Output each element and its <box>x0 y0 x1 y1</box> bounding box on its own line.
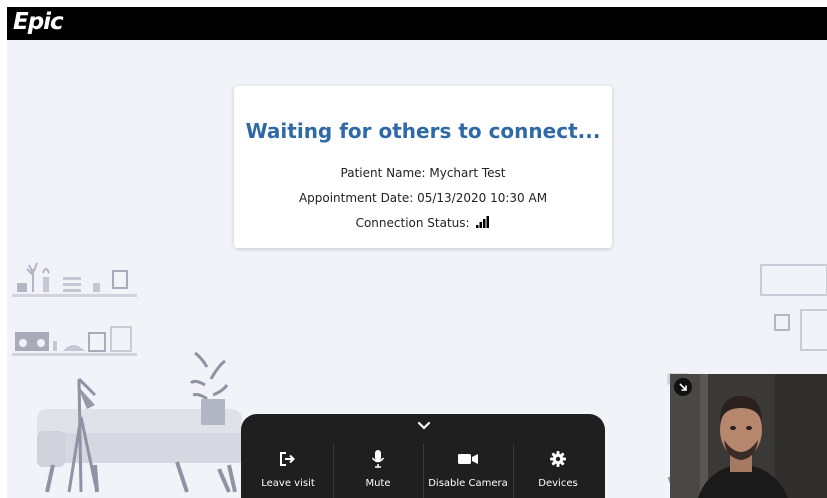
signal-bar <box>479 222 483 228</box>
patient-name: Patient Name: Mychart Test <box>340 166 506 180</box>
collapse-controls-button[interactable] <box>413 417 435 435</box>
signal-strength-icon <box>476 216 490 228</box>
signal-bar <box>483 219 486 228</box>
mute-button[interactable]: Mute <box>341 440 415 498</box>
devices-button[interactable]: Devices <box>521 440 595 498</box>
disable-camera-label: Disable Camera <box>428 478 508 489</box>
signal-bar <box>476 225 479 228</box>
self-view-video[interactable] <box>670 374 827 498</box>
appointment-date: Appointment Date: 05/13/2020 10:30 AM <box>298 191 548 205</box>
divider <box>333 444 334 498</box>
microphone-icon <box>371 450 385 468</box>
camera-icon <box>458 454 478 464</box>
waiting-title: Waiting for others to connect... <box>245 119 601 143</box>
wall-frame-large <box>760 264 827 296</box>
waiting-card: Waiting for others to connect... Patient… <box>234 86 612 248</box>
self-view-image <box>670 374 827 498</box>
call-controls-bar: Leave visit Mute Disable Camera Devices <box>241 414 605 498</box>
signal-bar <box>486 216 490 228</box>
connection-status: Connection Status: <box>234 216 612 230</box>
devices-label: Devices <box>538 478 578 489</box>
mute-label: Mute <box>365 478 391 489</box>
expand-arrow-icon <box>679 383 687 391</box>
leave-visit-label: Leave visit <box>261 478 315 489</box>
disable-camera-button[interactable]: Disable Camera <box>427 440 509 498</box>
video-visit-app: Epic Waiting for others to connect... Pa… <box>7 7 827 498</box>
expand-self-view-button[interactable] <box>674 378 692 396</box>
shelf-lower <box>12 353 137 356</box>
connection-status-label: Connection Status: <box>355 216 470 230</box>
divider <box>513 444 514 498</box>
divider <box>423 444 424 498</box>
leave-visit-button[interactable]: Leave visit <box>251 440 325 498</box>
chevron-down-icon <box>417 421 431 430</box>
exit-icon <box>280 452 295 466</box>
shelf-upper <box>12 294 137 297</box>
gear-icon <box>550 451 566 467</box>
